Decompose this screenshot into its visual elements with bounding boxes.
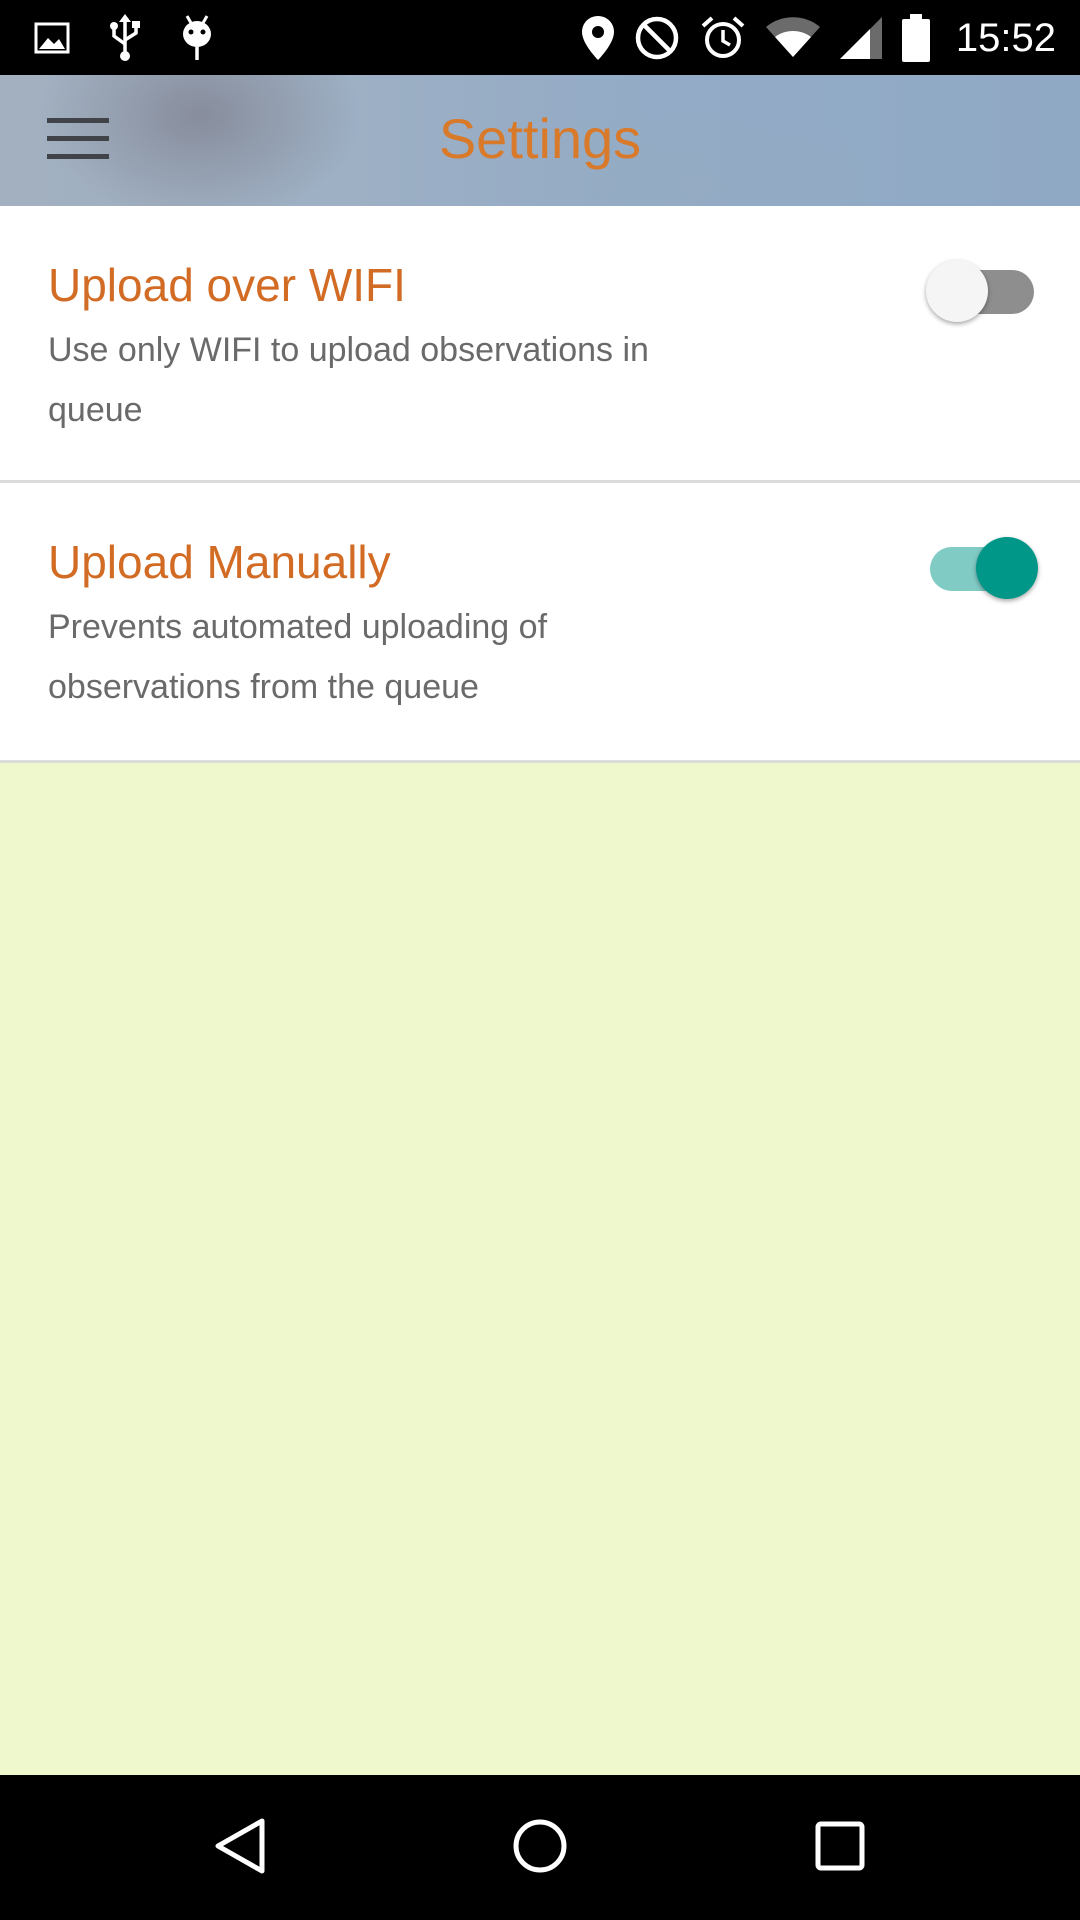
settings-list: Upload over WIFI Use only WIFI to upload… bbox=[0, 206, 1080, 763]
status-right-icons: 15:52 bbox=[581, 12, 1056, 64]
home-icon bbox=[512, 1818, 568, 1879]
navigation-bar bbox=[0, 1775, 1080, 1920]
status-bar: 15:52 bbox=[0, 0, 1080, 75]
location-icon bbox=[581, 16, 614, 60]
setting-summary: Use only WIFI to upload observations in … bbox=[48, 331, 649, 429]
setting-row-upload-over-wifi[interactable]: Upload over WIFI Use only WIFI to upload… bbox=[0, 206, 1080, 483]
setting-summary: Prevents automated uploading of observat… bbox=[48, 608, 548, 706]
cellular-signal-icon bbox=[839, 17, 882, 59]
app-bar: Settings bbox=[0, 75, 1080, 206]
menu-button[interactable] bbox=[34, 105, 122, 177]
image-icon bbox=[34, 22, 70, 54]
page-title: Settings bbox=[438, 107, 642, 170]
upload-over-wifi-switch[interactable] bbox=[926, 254, 1036, 322]
android-debug-icon bbox=[180, 14, 214, 62]
upload-manually-switch[interactable] bbox=[930, 531, 1038, 599]
recents-button[interactable] bbox=[795, 1803, 885, 1893]
battery-icon bbox=[901, 14, 930, 62]
usb-icon bbox=[108, 14, 142, 62]
hamburger-menu-icon bbox=[47, 116, 109, 167]
do-not-disturb-icon bbox=[634, 15, 680, 61]
switch-thumb bbox=[926, 260, 988, 322]
alarm-icon bbox=[700, 15, 746, 61]
setting-title: Upload over WIFI bbox=[48, 259, 406, 311]
home-button[interactable] bbox=[495, 1803, 585, 1893]
back-icon bbox=[212, 1816, 268, 1881]
recents-icon bbox=[815, 1821, 865, 1876]
wifi-icon bbox=[765, 17, 820, 59]
switch-thumb bbox=[976, 537, 1038, 599]
status-time: 15:52 bbox=[955, 16, 1056, 60]
back-button[interactable] bbox=[195, 1803, 285, 1893]
setting-title: Upload Manually bbox=[48, 536, 391, 588]
status-left-icons bbox=[34, 12, 214, 64]
setting-row-upload-manually[interactable]: Upload Manually Prevents automated uploa… bbox=[0, 483, 1080, 763]
